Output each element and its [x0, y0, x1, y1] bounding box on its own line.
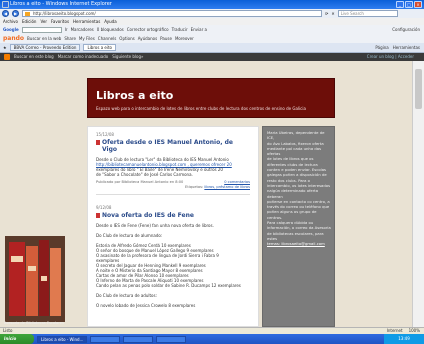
post-line: de "Sabor a Chocolate" de José Carlos Ca…: [96, 172, 193, 177]
pando-share[interactable]: Share: [64, 36, 76, 41]
tab-bbva[interactable]: BBVA Correo - Proveedo Edition: [9, 44, 81, 51]
system-tray-clock: 13:49: [384, 334, 424, 344]
browser-window: Libros a eito - Windows Internet Explore…: [0, 0, 424, 344]
pando-logo: pando: [3, 35, 25, 42]
post-line: O novelo lobado de Jessica Crowelo 8 exe…: [96, 303, 196, 308]
blogger-navbar: Buscar en este blog Marcar como inadecua…: [0, 53, 424, 61]
window-controls: _ □ ×: [396, 1, 422, 8]
google-search-input[interactable]: [21, 26, 62, 33]
page-menu[interactable]: Página: [375, 45, 388, 50]
navbar-search[interactable]: Buscar en este blog: [14, 53, 54, 61]
blogger-logo-icon[interactable]: [4, 54, 10, 60]
refresh-icon[interactable]: ⟳: [325, 11, 328, 16]
bookmarks-button[interactable]: Marcadores: [71, 27, 94, 32]
menu-ayuda[interactable]: Ayuda: [104, 18, 116, 25]
pando-pause[interactable]: Pause: [160, 36, 172, 41]
post-date: 9/12/08: [96, 205, 112, 210]
address-input[interactable]: http://librosaeito.blogspot.com/: [22, 10, 322, 17]
ie-logo-icon: [2, 1, 9, 8]
tools-menu[interactable]: Herramientas: [393, 45, 420, 50]
pando-options[interactable]: Options: [119, 36, 134, 41]
taskbar-item[interactable]: [156, 335, 187, 343]
translate-button[interactable]: Traducir: [172, 27, 188, 32]
post-separator: [96, 194, 250, 195]
taskbar: Inicio Libros a eito - Wind... 13:49: [0, 334, 424, 344]
navbar-next-blog[interactable]: Siguiente blog»: [112, 53, 143, 61]
google-label: Google: [3, 27, 19, 32]
send-to-button[interactable]: Enviar a: [191, 27, 207, 32]
post-body: Desde o Club de lectura "Ler" da Bibliot…: [96, 157, 250, 177]
taskbar-item[interactable]: [123, 335, 154, 343]
popup-blocked-button[interactable]: 0 bloqueados: [97, 27, 124, 32]
taskbar-item-ie[interactable]: Libros a eito - Wind...: [37, 335, 88, 343]
sidebar-line: galegas poñen a disposición de: [267, 172, 327, 178]
sidebar-line: de bibliotecas escolares, para estes: [267, 230, 324, 241]
books-picture-icon: [5, 236, 65, 322]
menu-archivo[interactable]: Archivo: [3, 18, 18, 25]
post-line: Cando pelan as penas polo soldar de Sabi…: [96, 283, 241, 288]
menu-ver[interactable]: Ver: [40, 18, 47, 25]
google-toolbar: Google Ir Marcadores 0 bloqueados Correc…: [0, 25, 424, 34]
post: 15/12/08 Oferta desde o IES Manuel Anton…: [88, 127, 258, 203]
menu-herramientas[interactable]: Herramientas: [73, 18, 100, 25]
close-button[interactable]: ×: [414, 1, 422, 8]
pando-toolbar: pando Buscar en la web Share My Files Ch…: [0, 34, 424, 43]
post: 9/12/08 Nova oferta do IES de Fene Desde…: [88, 205, 258, 312]
post-title[interactable]: Nova oferta do IES de Fene: [96, 212, 250, 219]
vertical-scrollbar[interactable]: [412, 61, 424, 327]
main-column: 15/12/08 Oferta desde o IES Manuel Anton…: [87, 126, 259, 327]
minimize-button[interactable]: _: [396, 1, 404, 8]
menu-edicion[interactable]: Edición: [22, 18, 36, 25]
post-date: 15/12/08: [96, 132, 114, 137]
blog-description: Espazo web para o intercambio de lotes d…: [96, 106, 306, 111]
pando-search[interactable]: Buscar en la web: [27, 36, 61, 41]
pando-help[interactable]: Ayúdanos: [138, 36, 157, 41]
post-body: Desde o IES de Fene (Fene) fan unha nova…: [96, 223, 250, 308]
labels-prefix: Etiquetas:: [185, 185, 204, 189]
maximize-button[interactable]: □: [405, 1, 413, 8]
toolbar-go[interactable]: Ir: [65, 27, 68, 32]
favorites-star-icon[interactable]: ★: [3, 45, 7, 50]
pando-moreover[interactable]: Moreover: [175, 36, 194, 41]
post-author-time: Publicado por Biblioteca Manuel Antonio …: [96, 180, 184, 184]
blog-title[interactable]: Libros a eito: [96, 89, 173, 102]
post-title[interactable]: Oferta desde o IES Manuel Antonio, de Vi…: [96, 139, 250, 153]
spellcheck-button[interactable]: Corrector ortográfico: [127, 27, 169, 32]
tab-libros-a-eito[interactable]: Libros a eito: [83, 44, 117, 51]
title-bar: Libros a eito - Windows Internet Explore…: [0, 0, 424, 9]
status-bar: Listo Internet 100%: [0, 327, 424, 334]
address-bar-row: ◀ ▶ http://librosaeito.blogspot.com/ ⟳ ✕…: [0, 9, 424, 18]
sidebar-text: Maria Ubeiras, dependente de ICE, do Avo…: [267, 130, 332, 247]
sidebar-line: Maria Ubeiras, dependente de ICE,: [267, 130, 325, 141]
navbar-create-login[interactable]: Crear un blog | Acceder: [367, 53, 424, 61]
menu-favoritos[interactable]: Favoritos: [51, 18, 69, 25]
start-button[interactable]: Inicio: [0, 334, 34, 344]
pando-files[interactable]: My Files: [79, 36, 95, 41]
blog-header: Libros a eito Espazo web para o intercam…: [87, 78, 335, 118]
sidebar-line: poñen alguns os grupo de centros.: [267, 209, 317, 220]
tab-strip: ★ BBVA Correo - Proveedo Edition Libros …: [0, 43, 424, 53]
sidebar: Maria Ubeiras, dependente de ICE, do Avo…: [262, 126, 335, 327]
sidebar-line: nalgún determinado oferta deberan: [267, 188, 319, 199]
command-bar: Página Herramientas: [375, 45, 424, 50]
scrollbar-thumb[interactable]: [415, 69, 422, 109]
taskbar-item[interactable]: [90, 335, 121, 343]
back-button[interactable]: ◀: [2, 10, 9, 17]
menu-bar: Archivo Edición Ver Favoritos Herramient…: [0, 18, 424, 25]
window-title: Libros a eito - Windows Internet Explore…: [10, 1, 112, 7]
stop-icon[interactable]: ✕: [331, 11, 334, 16]
navbar-flag[interactable]: Marcar como inadecuado: [58, 53, 109, 61]
sidebar-caption: Asesoria de Bibliotecas Escolares: [4, 321, 64, 325]
sidebar-email[interactable]: temas: librosaeito@gmail.com: [267, 241, 332, 246]
search-input[interactable]: Live Search: [337, 10, 398, 17]
sidebar-line: mediante pol cada unha das ofertas: [267, 145, 322, 157]
sidebar-line: información, o correo da Asesoria: [267, 225, 331, 231]
settings-button[interactable]: Configuración: [392, 27, 424, 32]
pando-channels[interactable]: Channels: [98, 36, 117, 41]
sidebar-books-image: [5, 236, 65, 322]
post-meta: Publicado por Biblioteca Manuel Antonio …: [96, 180, 250, 190]
post-labels[interactable]: libros, préstamo de libros: [204, 185, 250, 189]
forward-button[interactable]: ▶: [12, 10, 19, 17]
